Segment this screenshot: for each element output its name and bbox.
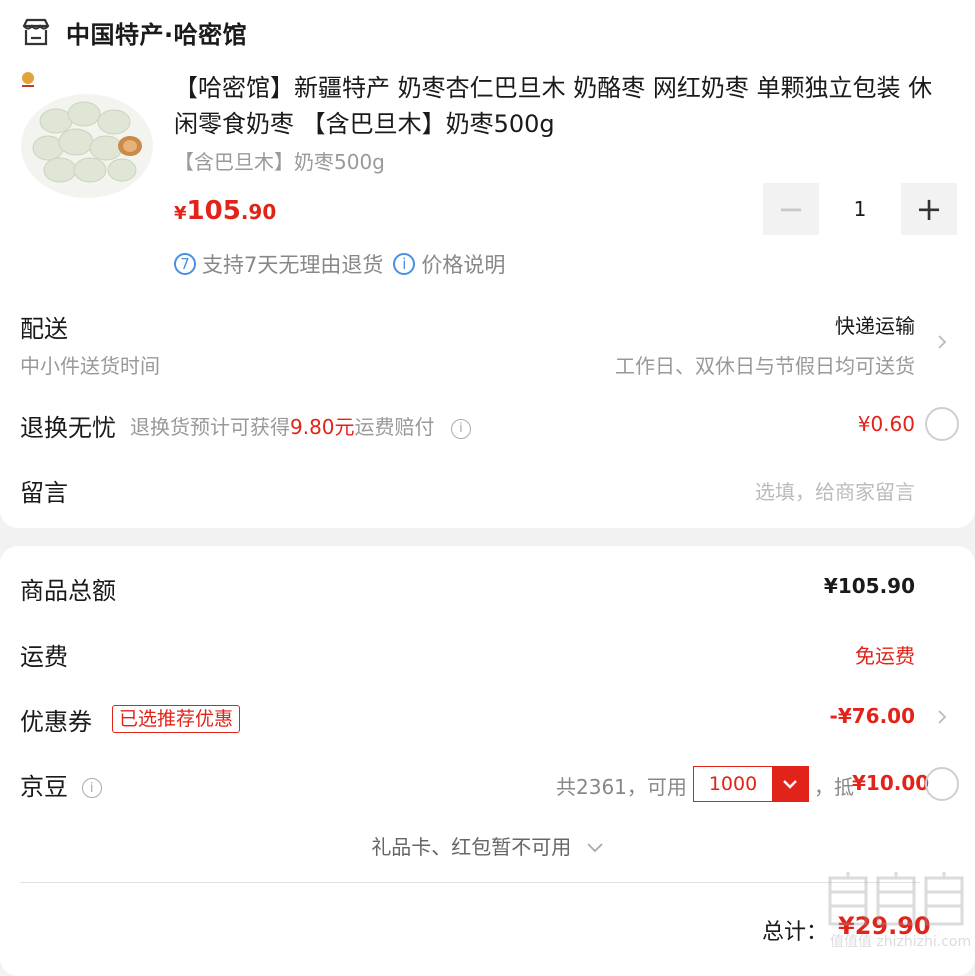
bean-label: 京豆 i bbox=[20, 767, 102, 802]
delivery-sub-label: 中小件送货时间 bbox=[20, 354, 160, 378]
bean-deduct-label: ，抵 bbox=[814, 775, 854, 799]
shipping-value: 免运费 bbox=[855, 644, 915, 668]
shipping-label: 运费 bbox=[20, 643, 68, 671]
giftcard-row[interactable]: 礼品卡、红包暂不可用 bbox=[0, 831, 975, 860]
product-title[interactable]: 【哈密馆】新疆特产 奶枣杏仁巴旦木 奶酪枣 网红奶枣 单颗独立包装 休闲零食奶枣… bbox=[174, 70, 954, 142]
decrease-button[interactable]: − bbox=[763, 183, 819, 235]
tag-price-note[interactable]: i 价格说明 bbox=[393, 249, 505, 279]
seven-day-icon: 7 bbox=[174, 253, 196, 275]
bean-select-value[interactable]: 1000 bbox=[694, 767, 772, 801]
message-label: 留言 bbox=[20, 479, 68, 507]
quantity-stepper[interactable]: − 1 + bbox=[763, 183, 957, 235]
giftcard-text: 礼品卡、红包暂不可用 bbox=[371, 835, 572, 859]
info-icon: i bbox=[393, 253, 416, 275]
tag-label: 支持7天无理由退货 bbox=[202, 253, 384, 277]
bean-radio[interactable] bbox=[925, 767, 959, 801]
coupon-value[interactable]: -¥76.00 bbox=[830, 704, 915, 728]
chevron-down-icon[interactable] bbox=[772, 767, 808, 801]
goods-total-value: ¥105.90 bbox=[823, 574, 915, 598]
return-insurance-price: ¥0.60 bbox=[857, 412, 915, 436]
chevron-right-icon[interactable] bbox=[934, 709, 950, 725]
delivery-method[interactable]: 快递运输 bbox=[835, 310, 915, 339]
product-price: ¥105.90 bbox=[174, 196, 277, 226]
product-spec[interactable]: 【含巴旦木】奶枣500g bbox=[174, 146, 385, 175]
product-image[interactable] bbox=[18, 66, 156, 204]
info-icon[interactable]: i bbox=[81, 778, 102, 798]
bean-select[interactable]: 1000 bbox=[693, 766, 809, 802]
message-input[interactable]: 选填，给商家留言 bbox=[755, 476, 915, 505]
divider bbox=[20, 882, 920, 883]
delivery-label: 配送 bbox=[20, 315, 68, 343]
tag-7day-return[interactable]: 7 支持7天无理由退货 bbox=[174, 249, 383, 279]
tag-label: 价格说明 bbox=[421, 253, 506, 277]
increase-button[interactable]: + bbox=[901, 183, 957, 235]
chevron-right-icon[interactable] bbox=[934, 334, 950, 350]
store-header[interactable]: 中国特产·哈密馆 bbox=[20, 12, 247, 52]
delivery-sub-value: 工作日、双休日与节假日均可送货 bbox=[615, 354, 915, 378]
watermark-logo: 值值值 zhizhizhi.com bbox=[828, 872, 971, 950]
chevron-down-icon bbox=[587, 843, 603, 853]
info-icon[interactable]: i bbox=[450, 418, 471, 439]
bean-available: 共2361，可用 bbox=[556, 775, 687, 799]
store-name: 中国特产·哈密馆 bbox=[66, 20, 248, 49]
service-tags: 7 支持7天无理由退货 i 价格说明 bbox=[174, 249, 515, 279]
return-insurance-label: 退换无忧 bbox=[20, 414, 116, 442]
svg-text:值值值 zhizhizhi.com: 值值值 zhizhizhi.com bbox=[830, 934, 971, 950]
quantity-value[interactable]: 1 bbox=[819, 183, 901, 235]
coupon-label: 优惠券 bbox=[20, 708, 92, 736]
goods-total-label: 商品总额 bbox=[20, 577, 116, 605]
total-label: 总计： bbox=[762, 920, 829, 945]
return-insurance-radio[interactable] bbox=[925, 407, 959, 441]
return-insurance-desc: 退换货预计可获得9.80元运费赔付 i bbox=[130, 411, 471, 440]
coupon-badge: 已选推荐优惠 bbox=[112, 705, 241, 733]
bean-deduct-value: ¥10.00 bbox=[852, 771, 930, 795]
store-icon bbox=[22, 18, 50, 46]
